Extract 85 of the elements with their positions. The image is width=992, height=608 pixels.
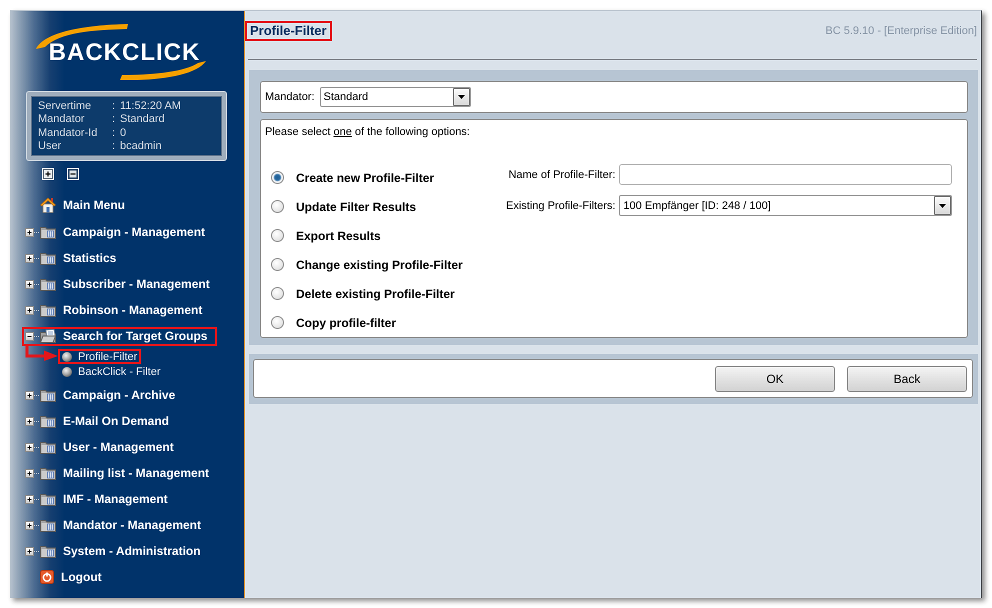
folder-icon [40, 518, 56, 532]
folder-icon [40, 544, 56, 558]
minus-icon[interactable] [67, 168, 79, 180]
info-value: 11:52:20 AM [120, 100, 182, 114]
folder-icon [40, 277, 56, 291]
plus-icon[interactable] [25, 228, 40, 236]
plus-icon[interactable] [25, 306, 40, 314]
minus-icon[interactable] [25, 332, 40, 340]
text-field[interactable] [619, 164, 952, 185]
version-text: BC 5.9.10 - [Enterprise Edition] [825, 25, 977, 37]
option-label[interactable]: Export Results [296, 228, 381, 242]
menu-item[interactable]: Subscriber - Management [22, 274, 220, 294]
option-label[interactable]: Change existing Profile-Filter [296, 258, 463, 272]
info-value: Standard [120, 113, 166, 127]
action-button[interactable]: OK [715, 366, 835, 392]
plus-icon[interactable] [25, 390, 40, 400]
plus-icon[interactable] [25, 254, 40, 262]
plus-icon[interactable] [25, 442, 40, 452]
folder-icon [40, 388, 56, 402]
open-folder-icon [40, 329, 56, 343]
plus-icon[interactable] [25, 546, 40, 556]
info-label: Mandator-Id [38, 126, 98, 140]
mandator-select[interactable]: Standard [320, 87, 471, 107]
folder-icon [40, 492, 56, 506]
submenu-item[interactable]: Profile-Filter [58, 349, 142, 364]
radio-button[interactable] [271, 200, 284, 213]
option-label[interactable]: Delete existing Profile-Filter [296, 286, 455, 300]
radio-button[interactable] [271, 316, 284, 329]
field-label: Name of Profile-Filter: [508, 168, 616, 180]
menu-item[interactable]: Logout [22, 568, 112, 586]
menu-item[interactable]: Mandator - Management [22, 516, 212, 534]
menu-item[interactable]: Search for Target Groups [22, 326, 218, 346]
options-prompt: Please select one of the following options: [265, 125, 471, 139]
caret-down-icon [939, 204, 946, 208]
radio-button[interactable] [271, 258, 284, 271]
menu-item[interactable]: Campaign - Archive [22, 386, 186, 404]
info-separator: : [112, 140, 116, 154]
radio-button[interactable] [271, 229, 284, 242]
field-label: Existing Profile-Filters: [506, 200, 616, 212]
info-label: User [38, 140, 62, 154]
folder-icon [40, 466, 56, 480]
menu-item[interactable]: IMF - Management [22, 490, 178, 508]
info-separator: : [112, 100, 116, 114]
dropdown-button[interactable] [934, 196, 951, 215]
annotation-arrow [24, 344, 58, 361]
menu-item[interactable]: Statistics [22, 248, 126, 268]
submenu-item[interactable]: BackClick - Filter [58, 364, 165, 379]
option-label[interactable]: Create new Profile-Filter [296, 170, 434, 184]
house-icon [40, 197, 56, 213]
power-icon [40, 570, 54, 584]
option-label[interactable]: Copy profile-filter [296, 316, 396, 330]
info-separator: : [112, 126, 116, 140]
option-label[interactable]: Update Filter Results [296, 200, 416, 214]
radio-button[interactable] [271, 171, 284, 184]
menu-item[interactable]: Campaign - Management [22, 222, 216, 242]
folder-icon [40, 440, 56, 454]
folder-icon [40, 251, 56, 265]
info-value: 0 [120, 126, 128, 140]
dropdown-button[interactable] [452, 88, 470, 106]
page-title: Profile-Filter [245, 21, 332, 41]
action-button[interactable]: Back [847, 366, 967, 392]
caret-down-icon [458, 95, 465, 99]
menu-item[interactable]: System - Administration [22, 542, 211, 560]
menu-item[interactable]: E-Mail On Demand [22, 412, 180, 430]
plus-icon[interactable] [42, 168, 54, 180]
folder-icon [40, 303, 56, 317]
plus-icon[interactable] [25, 280, 40, 288]
menu-item[interactable]: Main Menu [22, 196, 135, 214]
plus-icon[interactable] [25, 416, 40, 426]
menu-item[interactable]: User - Management [22, 438, 184, 456]
plus-icon[interactable] [25, 494, 40, 504]
plus-icon[interactable] [25, 468, 40, 478]
plus-icon[interactable] [25, 520, 40, 530]
folder-icon [40, 225, 56, 239]
radio-button[interactable] [271, 287, 284, 300]
profile-filter-select[interactable]: 100 Empfänger [ID: 248 / 100] [619, 195, 952, 216]
menu-item[interactable]: Mailing list - Management [22, 464, 220, 482]
menu-item[interactable]: Robinson - Management [22, 300, 212, 320]
info-label: Mandator [38, 113, 86, 127]
folder-icon [40, 414, 56, 428]
info-value: bcadmin [120, 140, 163, 154]
mandator-label: Mandator: [265, 91, 315, 103]
info-separator: : [112, 113, 116, 127]
logo-wordmark: BACKCLICK [48, 41, 200, 65]
info-label: Servertime [38, 100, 92, 114]
